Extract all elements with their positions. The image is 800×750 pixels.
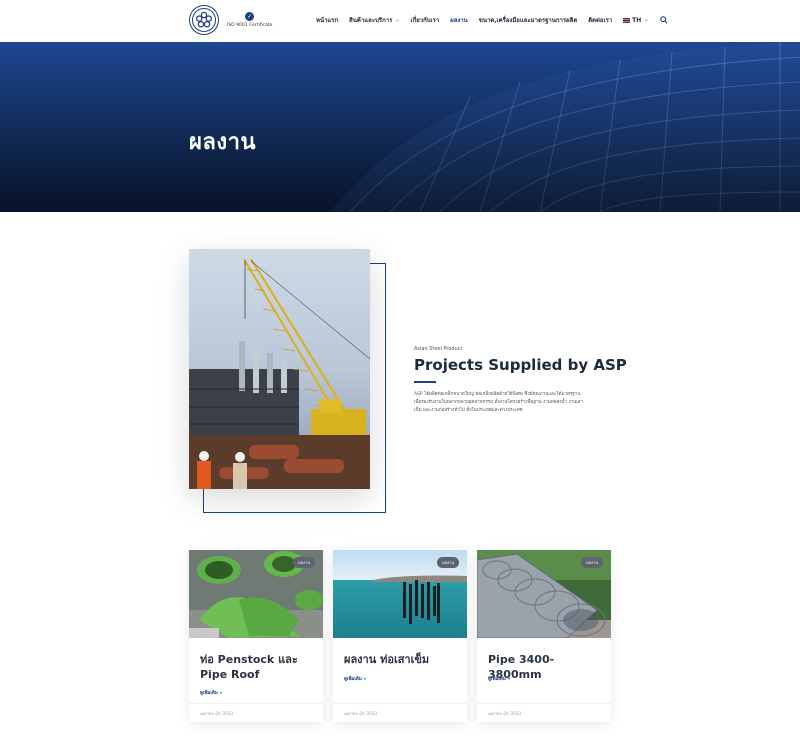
card-divider — [477, 703, 611, 704]
project-card-large-pipe[interactable]: ผลงาน Pipe 3400-3800mm ดูเพิ่มเติม » เมษ… — [477, 550, 611, 722]
page-title: ผลงาน — [189, 130, 257, 155]
nav-item-about[interactable]: เกี่ยวกับเรา — [411, 15, 440, 25]
card-date: เมษายน 20, 2023 — [344, 711, 378, 716]
card-divider — [189, 703, 323, 704]
category-badge[interactable]: ผลงาน — [581, 557, 603, 568]
logo-group[interactable]: ✓ ISO 9001 Certificate — [189, 5, 272, 35]
iso-text: ISO 9001 Certificate — [227, 23, 273, 28]
site-header: ✓ ISO 9001 Certificate หน้าแรก สินค้าและ… — [0, 0, 800, 42]
read-more-link[interactable]: ดูเพิ่มเติม » — [488, 675, 510, 682]
logo-emblem-icon — [196, 11, 212, 28]
feature-description: ASP ได้ผลิตท่อเหล็กขนาดใหญ่ ท่อเหล็กผลิต… — [414, 392, 584, 413]
card-title[interactable]: ผลงาน ท่อเสาเข็ม — [344, 652, 460, 667]
category-badge[interactable]: ผลงาน — [437, 557, 459, 568]
nav-label: ผลงาน — [450, 17, 468, 24]
nav-item-projects[interactable]: ผลงาน — [450, 15, 468, 25]
card-image-large-pipes[interactable]: ผลงาน — [477, 550, 611, 638]
page-hero: ผลงาน — [0, 42, 800, 212]
read-more-link[interactable]: ดูเพิ่มเติม » — [344, 675, 366, 682]
nav-item-home[interactable]: หน้าแรก — [316, 15, 338, 25]
nav-label: เกี่ยวกับเรา — [410, 17, 440, 24]
project-card-piles[interactable]: ผลงาน ผลงาน ท่อเสาเข็ม ดูเพิ่มเติม » เมษ… — [333, 550, 467, 722]
main-nav: หน้าแรก สินค้าและบริการ ⌄ เกี่ยวกับเรา ผล… — [316, 15, 668, 25]
feature-subtitle: Asian Steel Product — [414, 346, 463, 352]
feature-title: Projects Supplied by ASP — [414, 356, 627, 374]
nav-label: ติดต่อเรา — [588, 17, 613, 24]
language-switcher[interactable]: TH ⌄ — [623, 17, 648, 24]
nav-item-contact[interactable]: ติดต่อเรา — [588, 15, 612, 25]
language-label: TH — [632, 16, 642, 24]
iso-certificate: ✓ ISO 9001 Certificate — [227, 12, 272, 28]
project-card-penstock[interactable]: ผลงาน ท่อ Penstock และ Pipe Roof ดูเพิ่ม… — [189, 550, 323, 722]
building-facade-image — [0, 42, 800, 212]
feature-image-crane — [189, 249, 370, 489]
nav-label: สินค้าและบริการ — [349, 17, 393, 24]
chevron-down-icon: ⌄ — [644, 17, 649, 23]
card-image-sea-piles[interactable]: ผลงาน — [333, 550, 467, 638]
nav-item-standards[interactable]: ขนาด,เครื่องมือและมาตรฐานการผลิต — [479, 15, 577, 25]
search-icon[interactable] — [659, 16, 668, 25]
company-logo[interactable] — [189, 5, 219, 35]
nav-label: ขนาด,เครื่องมือและมาตรฐานการผลิต — [478, 17, 578, 24]
card-divider — [333, 703, 467, 704]
title-underline — [414, 381, 436, 383]
thai-flag-icon — [623, 17, 631, 23]
nav-label: หน้าแรก — [316, 17, 339, 24]
check-icon: ✓ — [245, 12, 255, 21]
category-badge[interactable]: ผลงาน — [293, 557, 315, 568]
chevron-down-icon: ⌄ — [395, 17, 400, 23]
card-image-green-pipes[interactable]: ผลงาน — [189, 550, 323, 638]
card-date: เมษายน 20, 2023 — [200, 711, 234, 716]
card-date: เมษายน 20, 2023 — [488, 711, 522, 716]
nav-item-products[interactable]: สินค้าและบริการ ⌄ — [349, 15, 399, 25]
read-more-link[interactable]: ดูเพิ่มเติม » — [200, 689, 222, 696]
card-title[interactable]: ท่อ Penstock และ Pipe Roof — [200, 652, 316, 682]
